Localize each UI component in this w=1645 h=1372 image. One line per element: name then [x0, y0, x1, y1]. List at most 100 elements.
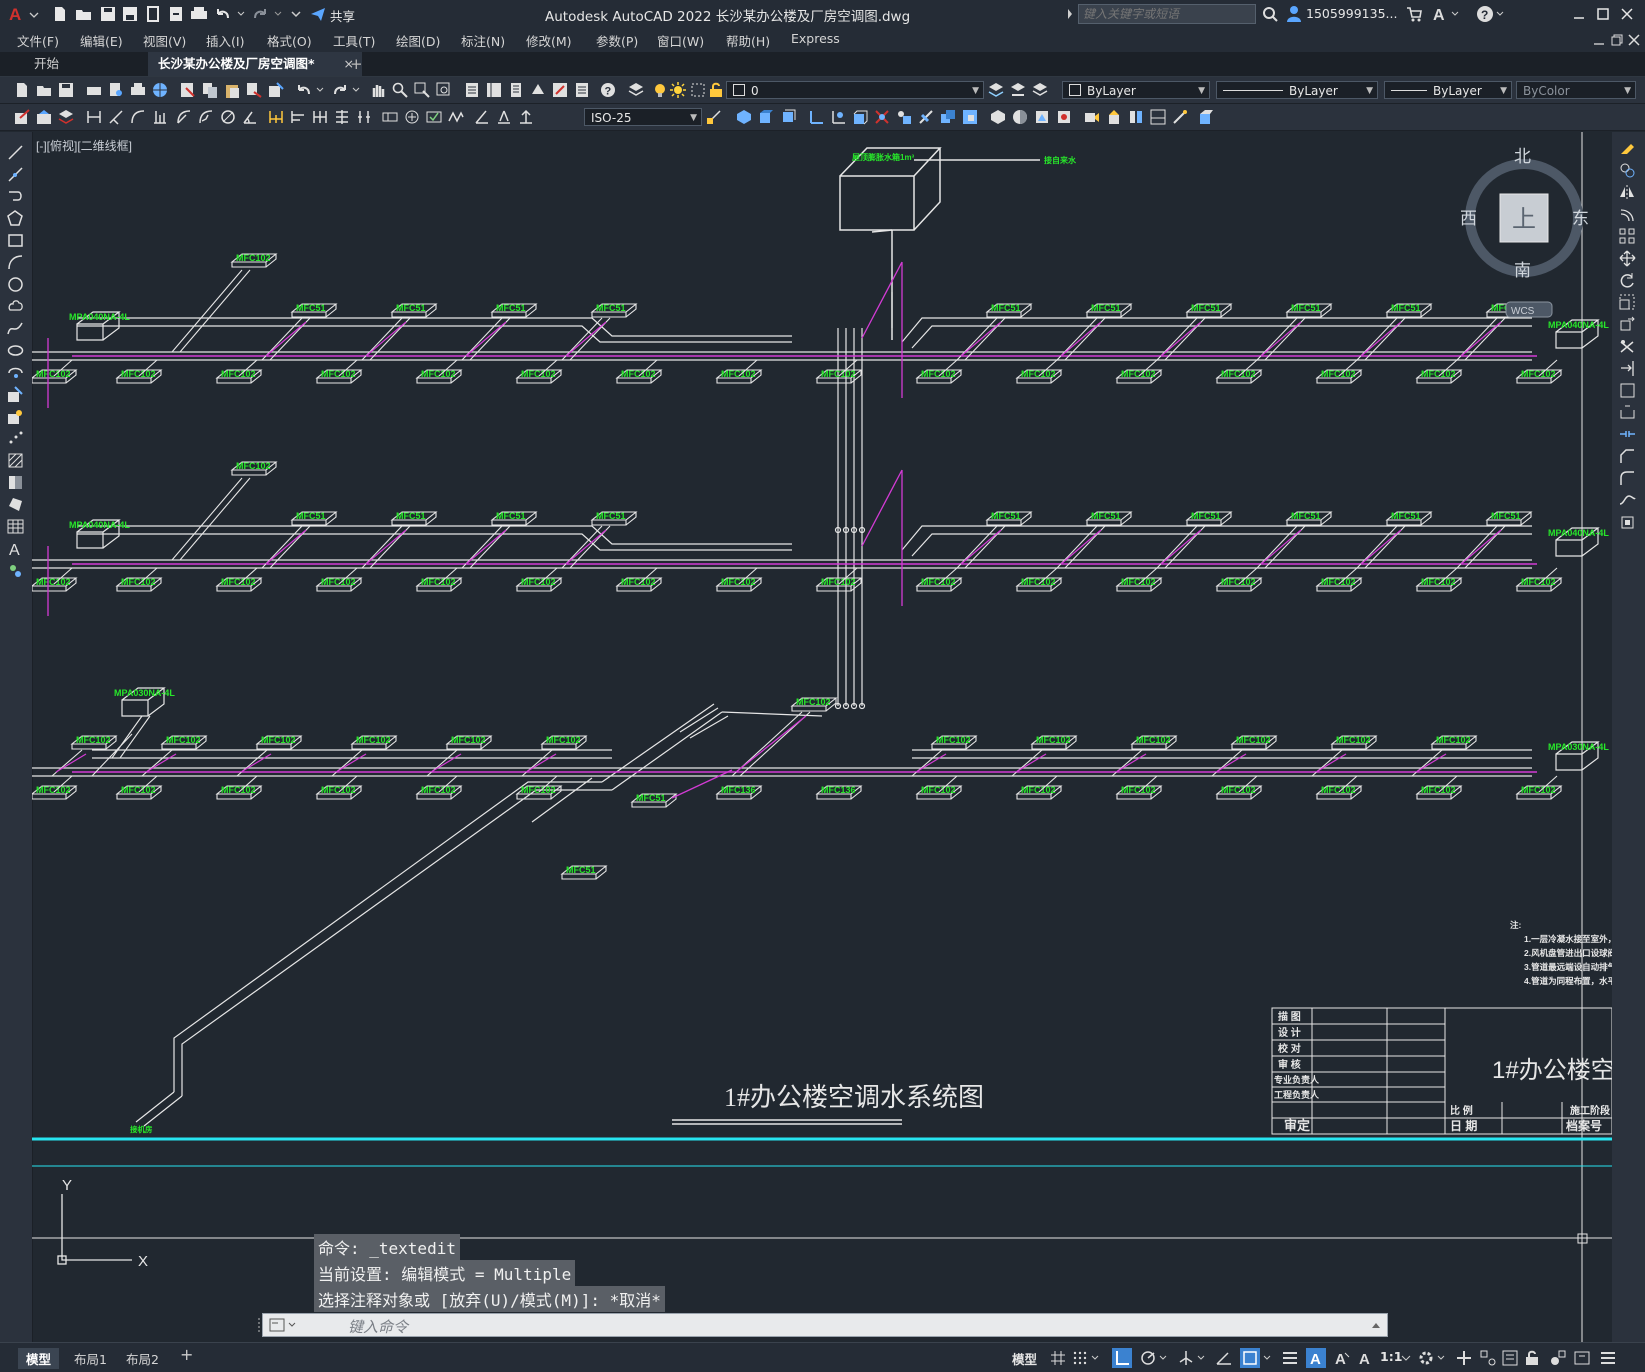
layout-tab-2[interactable]: 布局2: [118, 1348, 167, 1369]
dim-radius-icon[interactable]: [176, 109, 192, 125]
dim-baseline-icon[interactable]: [290, 109, 306, 125]
ucs-world-icon[interactable]: [830, 109, 846, 125]
tool-palettes-icon[interactable]: [508, 82, 524, 98]
dim-jogged-icon[interactable]: [198, 109, 214, 125]
view-front-icon[interactable]: [758, 109, 774, 125]
add-selected-icon[interactable]: [7, 562, 24, 579]
polygon-icon[interactable]: [7, 210, 24, 227]
circle-icon[interactable]: [7, 276, 24, 293]
ortho-icon[interactable]: [1112, 1348, 1132, 1368]
publish-icon[interactable]: [130, 82, 146, 98]
chevron-down-icon[interactable]: [1400, 1350, 1412, 1366]
offset-icon[interactable]: [1619, 206, 1636, 223]
qnew-icon[interactable]: [14, 82, 30, 98]
minimize-icon[interactable]: [1572, 7, 1586, 21]
layout-tab-model[interactable]: 模型: [18, 1348, 60, 1369]
lock-ui-icon[interactable]: [1524, 1350, 1540, 1366]
new-tab-button[interactable]: +: [350, 55, 363, 73]
lineweight-combo[interactable]: ByLayer ▼: [1384, 81, 1512, 99]
units-icon[interactable]: [1480, 1350, 1496, 1366]
fillet-icon[interactable]: [1619, 470, 1636, 487]
layer-lock-icon[interactable]: [708, 82, 724, 98]
dim-aligned-icon[interactable]: [108, 109, 124, 125]
annotation-monitor-icon[interactable]: [1456, 1350, 1472, 1366]
recent-commands-icon[interactable]: [269, 1318, 299, 1332]
point-icon[interactable]: [7, 430, 24, 447]
compass-north[interactable]: 北: [1514, 147, 1531, 166]
copy-object-icon[interactable]: [1619, 162, 1636, 179]
region-icon[interactable]: [7, 496, 24, 513]
layer-on-icon[interactable]: [652, 82, 668, 98]
ucs-icon[interactable]: [808, 109, 824, 125]
redo-icon[interactable]: [332, 82, 364, 98]
menu-help[interactable]: 帮助(H): [726, 31, 770, 50]
3d-orbit-icon[interactable]: [1198, 109, 1214, 125]
doc-restore-icon[interactable]: [1610, 33, 1624, 47]
menu-file[interactable]: 文件(F): [17, 31, 59, 50]
undo-icon[interactable]: [296, 82, 328, 98]
light-icon[interactable]: [1106, 109, 1122, 125]
walk-icon[interactable]: [1128, 109, 1144, 125]
dim-angular-icon[interactable]: [242, 109, 258, 125]
close-icon[interactable]: [1620, 7, 1634, 21]
command-line[interactable]: 键入命令: [262, 1313, 1388, 1337]
dim-update-icon[interactable]: [518, 109, 534, 125]
quick-properties-icon[interactable]: [1502, 1350, 1518, 1366]
gradient-icon[interactable]: [7, 474, 24, 491]
extend-icon[interactable]: [1619, 360, 1636, 377]
dim-continue-icon[interactable]: [312, 109, 328, 125]
break-icon[interactable]: [1619, 404, 1636, 421]
help-icon[interactable]: ?: [1476, 5, 1506, 23]
tab-start[interactable]: 开始: [24, 52, 69, 76]
tab-drawing[interactable]: 长沙某办公楼及厂房空调图* ×: [148, 52, 362, 76]
doc-close-icon[interactable]: [1627, 33, 1641, 47]
layer-combo[interactable]: 0 ▼: [726, 81, 984, 99]
status-model-button[interactable]: 模型: [1012, 1349, 1037, 1368]
help-toolbar-icon[interactable]: ?: [600, 82, 616, 98]
open-icon[interactable]: [36, 82, 52, 98]
menu-window[interactable]: 窗口(W): [657, 31, 704, 50]
ucs-origin-icon[interactable]: [896, 109, 912, 125]
ellipse-icon[interactable]: [7, 342, 24, 359]
dim-space-icon[interactable]: [334, 109, 350, 125]
solid-edit-icon[interactable]: [990, 109, 1006, 125]
layer-properties-icon[interactable]: [628, 82, 644, 98]
match-prop-icon[interactable]: [246, 82, 262, 98]
grid-icon[interactable]: [1050, 1350, 1066, 1366]
rotate-icon[interactable]: [1619, 272, 1636, 289]
save-icon[interactable]: [100, 6, 116, 22]
otrack-icon[interactable]: [1216, 1350, 1232, 1366]
box-icon[interactable]: [852, 109, 868, 125]
workspace-gear-icon[interactable]: [1418, 1350, 1448, 1366]
maximize-icon[interactable]: [1596, 7, 1610, 21]
add-layout-button[interactable]: +: [180, 1345, 193, 1364]
erase-icon[interactable]: [1619, 140, 1636, 157]
clean-screen-icon[interactable]: [1574, 1350, 1590, 1366]
revcloud-icon[interactable]: [7, 298, 24, 315]
dimtedit-icon[interactable]: [496, 109, 512, 125]
cut-icon[interactable]: [180, 82, 196, 98]
menu-modify[interactable]: 修改(M): [526, 31, 572, 50]
view-manager-icon[interactable]: [1150, 109, 1166, 125]
publish-icon[interactable]: [168, 6, 184, 22]
make-current-icon[interactable]: [988, 82, 1004, 98]
mesh-icon[interactable]: [874, 109, 890, 125]
dimedit-icon[interactable]: [474, 109, 490, 125]
mirror-icon[interactable]: [1619, 184, 1636, 201]
camera-icon[interactable]: [1084, 109, 1100, 125]
menu-parametric[interactable]: 参数(P): [596, 31, 638, 50]
menu-dimension[interactable]: 标注(N): [461, 31, 505, 50]
layer-states-icon[interactable]: [1032, 82, 1048, 98]
share-label[interactable]: 共享: [330, 6, 355, 25]
expand-search-icon[interactable]: [1066, 8, 1074, 20]
inspect-icon[interactable]: [426, 109, 442, 125]
preview-icon[interactable]: [108, 82, 124, 98]
annotation-scale-icon[interactable]: A: [1358, 1350, 1374, 1366]
dim-linear-icon[interactable]: [86, 109, 102, 125]
compass-south[interactable]: 南: [1514, 261, 1531, 280]
copy-icon[interactable]: [202, 82, 218, 98]
isolate-objects-icon[interactable]: [1550, 1350, 1566, 1366]
dim-break-icon[interactable]: [356, 109, 372, 125]
zoom-previous-icon[interactable]: [436, 82, 452, 98]
dimstyle-combo[interactable]: ISO-25 ▼: [584, 108, 702, 126]
